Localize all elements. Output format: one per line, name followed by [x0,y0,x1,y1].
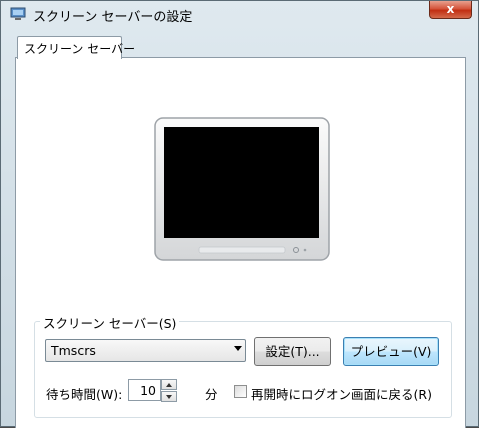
screensaver-select-value: Tmscrs [51,343,96,358]
preview-button[interactable]: プレビュー(V) [343,337,439,366]
settings-button[interactable]: 設定(T)... [254,337,331,366]
wait-time-spinner [161,379,177,402]
chevron-down-icon[interactable] [234,346,242,351]
monitor-base-slot [198,246,286,254]
monitor-preview [154,117,330,261]
monitor-screen [164,127,319,238]
display-settings-icon [10,7,26,20]
status-dot-icon [303,248,307,252]
screensaver-settings-window: スクリーン セーバーの設定 x スクリーン セーバー スクリーン セーバー(S)… [0,0,479,428]
spin-up-icon[interactable] [161,379,177,390]
title-bar[interactable]: スクリーン セーバーの設定 x [1,1,478,29]
window-title: スクリーン セーバーの設定 [33,10,193,25]
screensaver-select[interactable]: Tmscrs [45,339,246,362]
screensaver-group-label: スクリーン セーバー(S) [40,313,180,332]
close-button[interactable]: x [429,1,472,19]
close-icon: x [446,2,455,16]
tab-screensaver[interactable]: スクリーン セーバー [17,36,135,59]
wait-time-input[interactable]: 10 [128,379,161,401]
spin-down-icon[interactable] [161,391,177,402]
screensaver-groupbox [34,321,452,418]
tab-label: スクリーン セーバー [24,42,136,56]
wait-time-unit: 分 [205,387,218,402]
resume-logon-label[interactable]: 再開時にログオン画面に戻る(R) [251,384,432,403]
resume-logon-checkbox[interactable] [234,385,247,398]
wait-time-value: 10 [140,383,156,398]
wait-time-label: 待ち時間(W): [46,387,123,402]
